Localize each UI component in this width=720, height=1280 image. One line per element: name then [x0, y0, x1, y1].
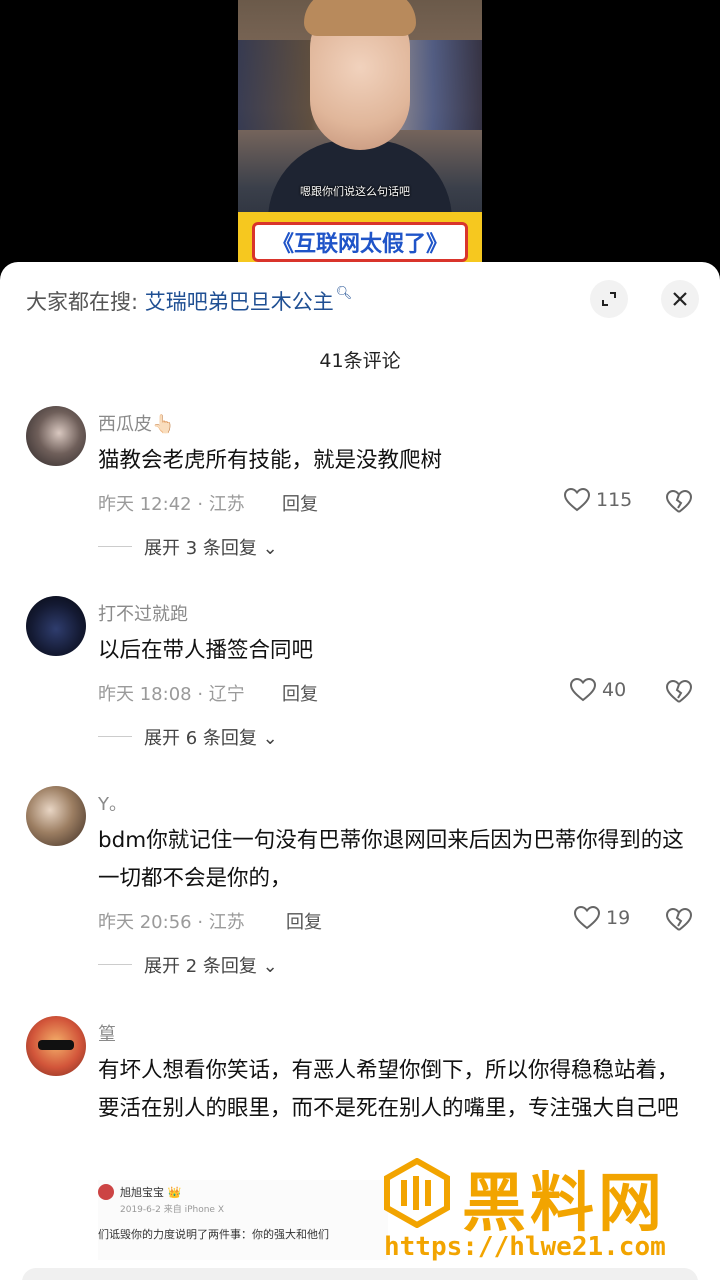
expand-divider [98, 964, 132, 965]
dislike-icon[interactable] [666, 680, 692, 704]
expand-divider [98, 736, 132, 737]
expand-replies-label: 展开 6 条回复 [144, 728, 257, 749]
video-subtitle: 嗯跟你们说这么句话吧 [300, 185, 410, 198]
comment-text[interactable]: 以后在带人播签合同吧 [98, 632, 688, 670]
search-keyword[interactable]: 艾瑞吧弟巴旦木公主 [145, 290, 334, 314]
comment-author[interactable]: Y。 [98, 790, 127, 816]
watermark-url: https://hlwe21.com [384, 1232, 666, 1262]
preview-meta: 2019-6-2 来自 iPhone X [120, 1205, 224, 1215]
chevron-down-icon: ⌄ [256, 956, 278, 977]
video-frame[interactable]: 嗯跟你们说这么句话吧 《互联网太假了》 [238, 0, 482, 270]
chevron-down-icon: ⌄ [256, 538, 278, 559]
preview-avatar [98, 1184, 114, 1200]
heart-icon [564, 488, 590, 512]
avatar[interactable] [26, 1016, 86, 1076]
comment-text[interactable]: bdm你就记住一句没有巴蒂你退网回来后因为巴蒂你得到的这一切都不会是你的， [98, 822, 688, 898]
close-button[interactable] [661, 280, 699, 318]
avatar[interactable] [26, 596, 86, 656]
heart-icon [570, 678, 596, 702]
comment-author[interactable]: 打不过就跑 [98, 600, 188, 626]
dislike-icon[interactable] [666, 908, 692, 932]
person-hair [304, 0, 416, 36]
comment-sheet: 大家都在搜: 艾瑞吧弟巴旦木公主 🔍︎ 41条评论 西瓜皮👆🏻 猫教会老虎所有技能… [0, 262, 720, 1280]
expand-replies-button[interactable]: 展开 6 条回复 ⌄ [144, 724, 278, 750]
sunglasses-icon [38, 1040, 74, 1050]
comment-text[interactable]: 猫教会老虎所有技能，就是没教爬树 [98, 442, 688, 480]
comment-count: 41条评论 [319, 350, 401, 372]
expand-icon [602, 292, 616, 306]
search-icon: 🔍︎ [335, 286, 353, 301]
watermark-title: 黑料网 [462, 1167, 666, 1241]
expand-replies-button[interactable]: 展开 2 条回复 ⌄ [144, 952, 278, 978]
comment-image-preview[interactable]: 旭旭宝宝 👑 2019-6-2 来自 iPhone X 们诋毁你的力度说明了两件… [98, 1180, 388, 1260]
search-suggestion[interactable]: 大家都在搜: 艾瑞吧弟巴旦木公主 🔍︎ [26, 286, 352, 316]
expand-replies-button[interactable]: 展开 3 条回复 ⌄ [144, 534, 278, 560]
video-banner-text: 《互联网太假了》 [252, 222, 468, 262]
preview-author: 旭旭宝宝 👑 [120, 1186, 182, 1199]
comment-meta: 昨天 18:08 · 辽宁 [98, 684, 245, 705]
reply-button[interactable]: 回复 [282, 490, 318, 516]
heart-icon [574, 906, 600, 930]
comment-author[interactable]: 西瓜皮👆🏻 [98, 410, 174, 436]
dislike-icon[interactable] [666, 490, 692, 514]
comment-author[interactable]: 篁 [98, 1020, 116, 1046]
close-icon [673, 292, 687, 306]
watermark: 黑料网 https://hlwe21.com [382, 1158, 712, 1278]
like-button[interactable]: 40 [570, 678, 626, 702]
comment-meta: 昨天 20:56 · 江苏 [98, 912, 245, 933]
expand-button[interactable] [590, 280, 628, 318]
preview-text: 们诋毁你的力度说明了两件事：你的强大和他们 [98, 1228, 329, 1241]
comment-text[interactable]: 有坏人想看你笑话，有恶人希望你倒下，所以你得稳稳站着，要活在别人的眼里，而不是死… [98, 1052, 688, 1128]
expand-replies-label: 展开 2 条回复 [144, 956, 257, 977]
reply-button[interactable]: 回复 [286, 908, 322, 934]
avatar[interactable] [26, 406, 86, 466]
like-count: 19 [606, 907, 631, 929]
like-button[interactable]: 19 [574, 906, 630, 930]
search-prefix: 大家都在搜: [26, 290, 139, 314]
like-button[interactable]: 115 [564, 488, 632, 512]
comment-input-bar[interactable] [22, 1268, 698, 1280]
chevron-down-icon: ⌄ [256, 728, 278, 749]
video-area[interactable]: 嗯跟你们说这么句话吧 《互联网太假了》 [0, 0, 720, 270]
reply-button[interactable]: 回复 [282, 680, 318, 706]
expand-divider [98, 546, 132, 547]
avatar[interactable] [26, 786, 86, 846]
like-count: 115 [596, 489, 633, 511]
comment-meta: 昨天 12:42 · 江苏 [98, 494, 245, 515]
expand-replies-label: 展开 3 条回复 [144, 538, 257, 559]
watermark-logo-icon [384, 1158, 450, 1228]
like-count: 40 [602, 679, 627, 701]
